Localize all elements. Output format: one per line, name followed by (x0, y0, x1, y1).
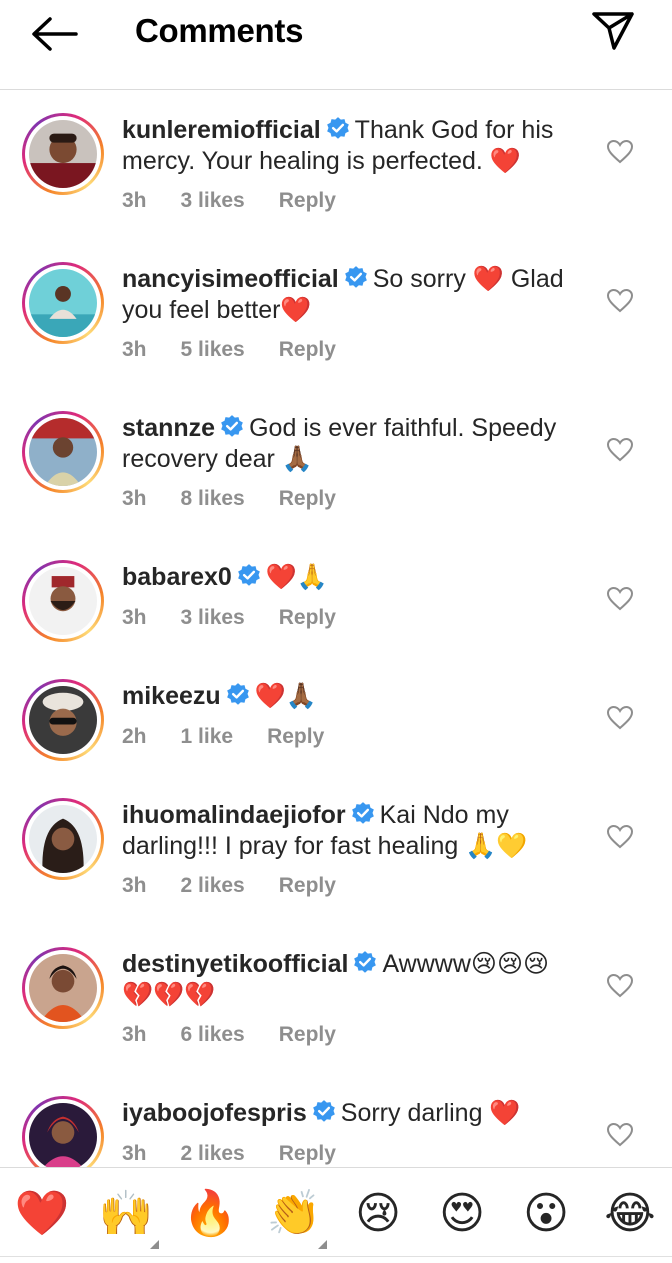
page-title: Comments (135, 12, 304, 49)
avatar[interactable] (22, 560, 104, 642)
skin-tone-indicator-icon (150, 1240, 159, 1249)
emoji-crying-button[interactable]: 😢 (350, 1186, 406, 1242)
comment-time: 3h (122, 338, 147, 361)
comment-username[interactable]: destinyetikoofficial (122, 950, 348, 978)
verified-badge-icon (354, 951, 377, 973)
comment-username[interactable]: ihuomalindaejiofor (122, 801, 346, 829)
comment-username[interactable]: nancyisimeofficial (122, 265, 339, 293)
emoji-surprised-button[interactable]: 😮 (518, 1186, 574, 1242)
reply-button[interactable]: Reply (279, 874, 336, 897)
comment-username[interactable]: iyaboojofespris (122, 1099, 307, 1127)
comment-time: 3h (122, 189, 147, 212)
comment-likes[interactable]: 8 likes (181, 487, 245, 510)
comment-time: 3h (122, 1023, 147, 1046)
verified-badge-icon (344, 266, 367, 288)
comment-likes[interactable]: 3 likes (181, 606, 245, 629)
comment-text: ❤️🙏 (265, 563, 329, 591)
comment-likes[interactable]: 1 like (181, 725, 234, 748)
avatar[interactable] (22, 798, 104, 880)
avatar[interactable] (22, 262, 104, 344)
quick-reaction-bar: ❤️ 🙌 🔥 👏 😢 😍 😮 😂 (0, 1167, 672, 1263)
emoji-raised-hands-button[interactable]: 🙌 (98, 1186, 154, 1242)
verified-badge-icon (226, 683, 249, 705)
verified-badge-icon (351, 802, 374, 824)
like-heart-icon[interactable] (606, 705, 634, 731)
divider (0, 1256, 672, 1257)
like-heart-icon[interactable] (606, 586, 634, 612)
reply-button[interactable]: Reply (279, 1023, 336, 1046)
reply-button[interactable]: Reply (279, 1142, 336, 1165)
like-heart-icon[interactable] (606, 288, 634, 314)
reply-button[interactable]: Reply (267, 725, 324, 748)
verified-badge-icon (312, 1100, 335, 1122)
verified-badge-icon (326, 117, 349, 139)
comment-time: 3h (122, 1142, 147, 1165)
like-heart-icon[interactable] (606, 437, 634, 463)
like-heart-icon[interactable] (606, 1122, 634, 1148)
comment-likes[interactable]: 2 likes (181, 874, 245, 897)
emoji-fire-button[interactable]: 🔥 (182, 1186, 238, 1242)
reply-button[interactable]: Reply (279, 189, 336, 212)
comment-username[interactable]: babarex0 (122, 563, 232, 591)
comment-likes[interactable]: 6 likes (181, 1023, 245, 1046)
comment-username[interactable]: kunleremiofficial (122, 116, 321, 144)
comment-likes[interactable]: 3 likes (181, 189, 245, 212)
reply-button[interactable]: Reply (279, 606, 336, 629)
verified-badge-icon (221, 415, 243, 437)
avatar[interactable] (22, 947, 104, 1029)
emoji-heart-button[interactable]: ❤️ (14, 1186, 70, 1242)
reply-button[interactable]: Reply (279, 338, 336, 361)
comment-time: 2h (122, 725, 147, 748)
like-heart-icon[interactable] (606, 139, 634, 165)
verified-badge-icon (237, 564, 260, 586)
emoji-heart-eyes-button[interactable]: 😍 (434, 1186, 490, 1242)
skin-tone-indicator-icon (318, 1240, 327, 1249)
comment-text: ❤️🙏🏾 (254, 682, 317, 710)
comment-username[interactable]: stannze (122, 414, 215, 442)
comments-list[interactable]: kunleremiofficial Thank God for his mercy… (0, 91, 672, 1167)
comment-text: Sorry darling ❤️ (340, 1099, 521, 1127)
avatar[interactable] (22, 411, 104, 493)
comment-likes[interactable]: 2 likes (181, 1142, 245, 1165)
top-bar: Comments (0, 0, 672, 90)
avatar[interactable] (22, 113, 104, 195)
arrow-left-icon (32, 17, 78, 51)
emoji-clapping-button[interactable]: 👏 (266, 1186, 322, 1242)
comment-likes[interactable]: 5 likes (181, 338, 245, 361)
avatar[interactable] (22, 1096, 104, 1167)
reply-button[interactable]: Reply (279, 487, 336, 510)
paper-plane-icon (592, 12, 634, 50)
like-heart-icon[interactable] (606, 973, 634, 999)
like-heart-icon[interactable] (606, 824, 634, 850)
emoji-laughing-button[interactable]: 😂 (602, 1186, 658, 1242)
comment-username[interactable]: mikeezu (122, 682, 221, 710)
share-button[interactable] (590, 10, 636, 52)
back-button[interactable] (28, 14, 80, 54)
avatar[interactable] (22, 679, 104, 761)
comment-time: 3h (122, 606, 147, 629)
comment-time: 3h (122, 874, 147, 897)
comment-time: 3h (122, 487, 147, 510)
